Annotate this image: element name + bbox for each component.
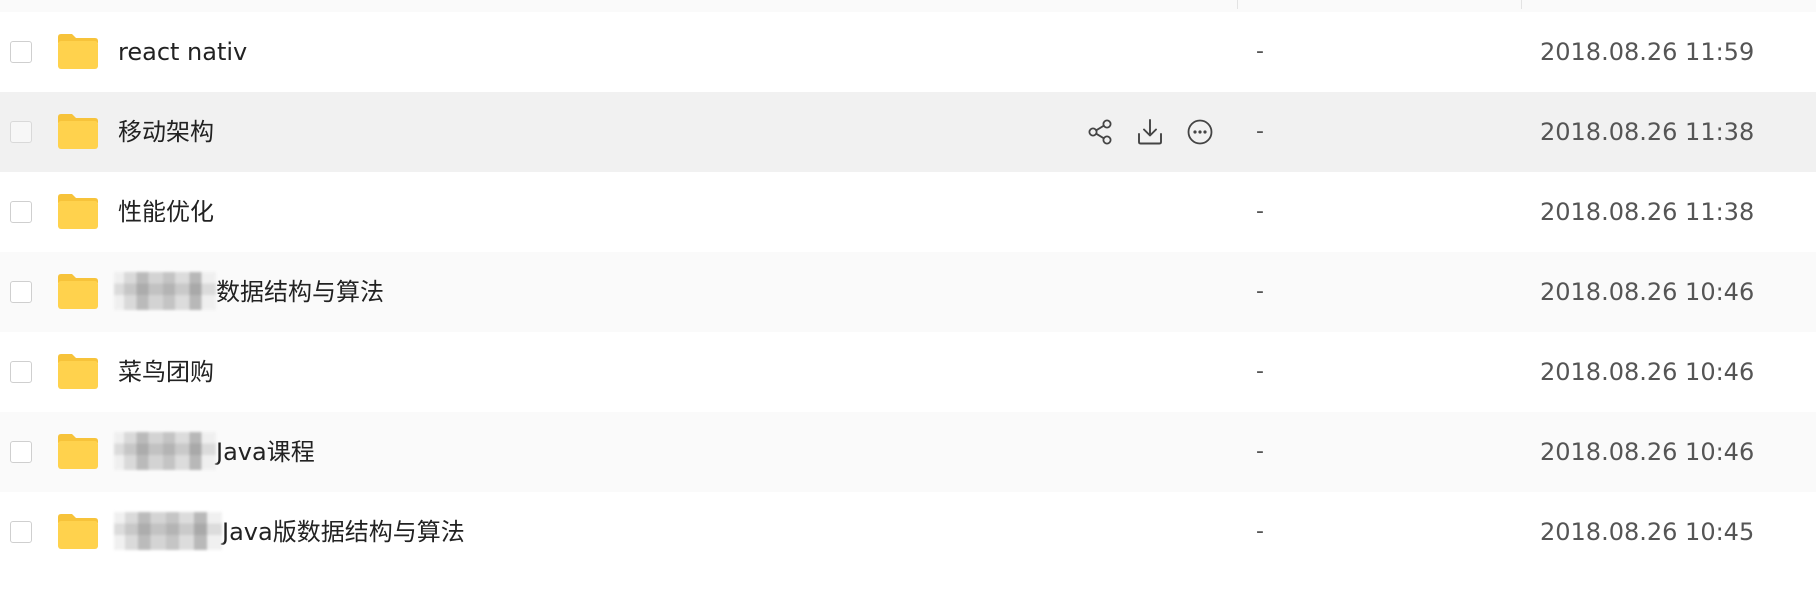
row-checkbox[interactable] [10,121,32,143]
column-divider [1521,0,1522,9]
row-actions [1080,92,1220,172]
column-divider [1237,0,1238,9]
table-header-strip [0,0,1816,12]
file-size: - [1256,199,1264,224]
row-checkbox[interactable] [10,361,32,383]
file-date: 2018.08.26 10:46 [1540,438,1755,466]
folder-icon [58,354,98,389]
folder-icon [58,514,98,549]
file-name[interactable]: 性能优化 [118,172,214,252]
folder-icon [58,114,98,149]
file-name-text: Java课程 [216,438,315,466]
file-name[interactable]: 数据结构与算法 [114,252,384,332]
folder-icon [58,434,98,469]
table-row[interactable]: 移动架构 - 2018.08.26 11:38 [0,92,1816,172]
file-size: - [1256,39,1264,64]
row-checkbox[interactable] [10,441,32,463]
row-checkbox[interactable] [10,41,32,63]
file-name[interactable]: 菜鸟团购 [118,332,214,412]
file-name[interactable]: 移动架构 [118,92,214,172]
file-size: - [1256,279,1264,304]
file-size: - [1256,119,1264,144]
share-icon[interactable] [1085,117,1115,147]
table-row[interactable]: 菜鸟团购 - 2018.08.26 10:46 [0,332,1816,412]
obscured-name-prefix [114,272,216,310]
folder-icon [58,34,98,69]
table-row[interactable]: 性能优化 - 2018.08.26 11:38 [0,172,1816,252]
row-checkbox[interactable] [10,281,32,303]
file-date: 2018.08.26 11:38 [1540,118,1755,146]
folder-icon [58,194,98,229]
file-size: - [1256,359,1264,384]
row-checkbox[interactable] [10,201,32,223]
download-icon[interactable] [1135,117,1165,147]
obscured-name-prefix [114,512,222,550]
table-row[interactable]: Java课程 - 2018.08.26 10:46 [0,412,1816,492]
table-row[interactable]: 数据结构与算法 - 2018.08.26 10:46 [0,252,1816,332]
file-name-text: Java版数据结构与算法 [222,518,465,546]
file-name[interactable]: Java课程 [114,412,315,492]
file-list: react nativ - 2018.08.26 11:59 移动架构 - 20… [0,0,1816,590]
file-name[interactable]: react nativ [118,12,247,92]
file-date: 2018.08.26 10:46 [1540,278,1755,306]
table-row[interactable]: react nativ - 2018.08.26 11:59 [0,12,1816,92]
table-row[interactable]: Java版数据结构与算法 - 2018.08.26 10:45 [0,492,1816,572]
file-name-text: 数据结构与算法 [216,278,384,306]
file-size: - [1256,439,1264,464]
file-name[interactable]: Java版数据结构与算法 [114,492,465,572]
obscured-name-prefix [114,432,216,470]
folder-icon [58,274,98,309]
file-date: 2018.08.26 10:45 [1540,518,1755,546]
file-date: 2018.08.26 11:59 [1540,38,1755,66]
row-checkbox[interactable] [10,521,32,543]
more-options-icon[interactable] [1185,117,1215,147]
file-size: - [1256,519,1264,544]
file-date: 2018.08.26 10:46 [1540,358,1755,386]
file-date: 2018.08.26 11:38 [1540,198,1755,226]
